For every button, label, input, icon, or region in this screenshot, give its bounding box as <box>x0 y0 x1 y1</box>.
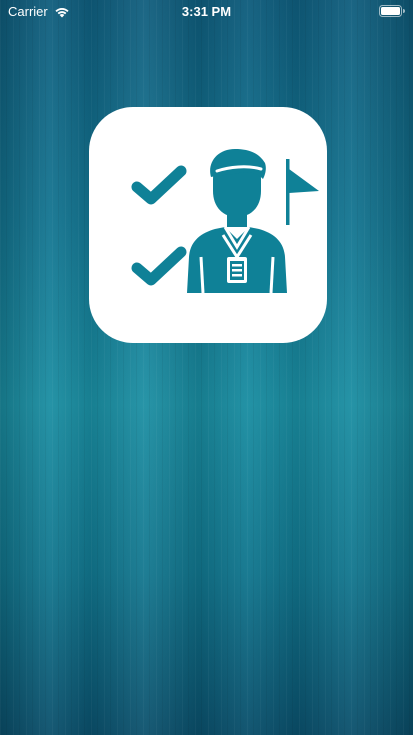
splash-screen: Carrier 3:31 PM <box>0 0 413 735</box>
referee-checklist-icon <box>131 149 319 294</box>
app-logo-card <box>89 107 327 343</box>
checkmark-icon <box>131 246 187 286</box>
status-time: 3:31 PM <box>181 4 232 19</box>
battery-full-icon <box>379 5 405 20</box>
flag-icon <box>286 159 319 225</box>
checkmark-icon <box>131 165 187 205</box>
status-bar: Carrier 3:31 PM <box>0 0 413 22</box>
referee-figure-icon <box>187 149 287 294</box>
